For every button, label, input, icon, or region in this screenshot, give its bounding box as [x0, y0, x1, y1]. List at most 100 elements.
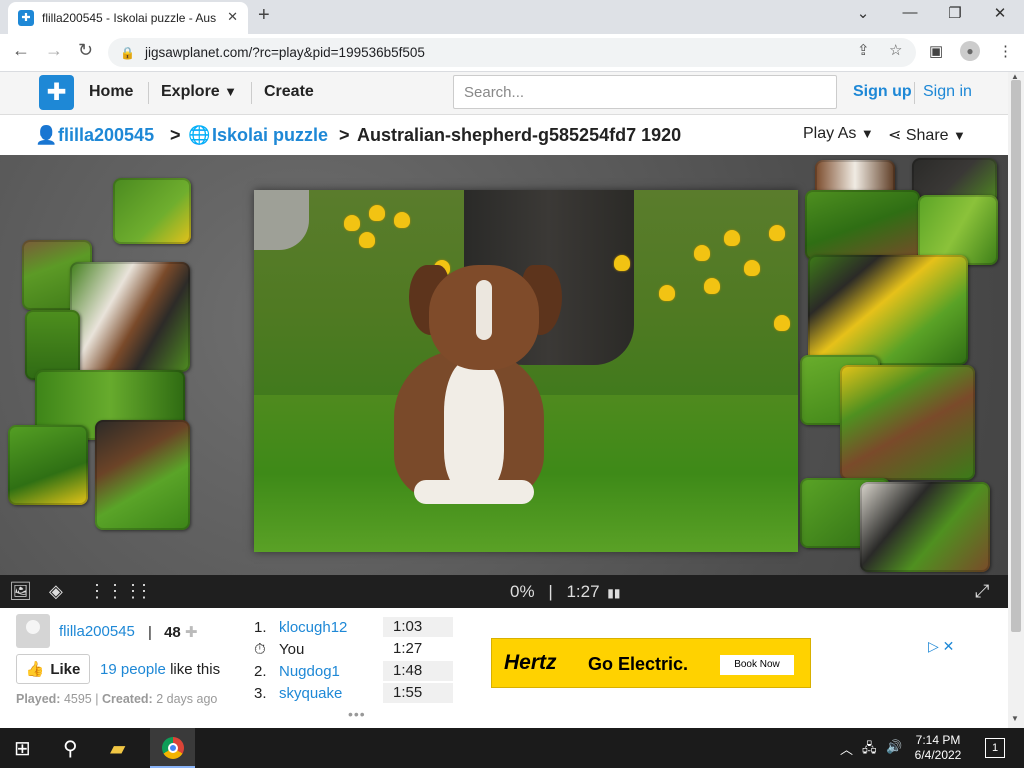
- bookmark-star-icon[interactable]: ☆: [889, 41, 902, 59]
- nav-create[interactable]: Create: [264, 83, 314, 101]
- piece-count-value: 48: [164, 624, 181, 641]
- share-page-icon[interactable]: ⇪: [857, 41, 870, 59]
- leaderboard-name[interactable]: klocugh12: [279, 619, 347, 636]
- windows-taskbar: ⊞ ⚲ ▰ ︿ 🖧 🔊 7:14 PM 6/4/2022 1: [0, 728, 1024, 768]
- forward-arrow-icon[interactable]: →: [45, 40, 63, 61]
- taskbar-clock[interactable]: 7:14 PM 6/4/2022: [908, 733, 968, 763]
- puzzle-piece[interactable]: [95, 420, 190, 530]
- likes-count-link[interactable]: 19 people: [100, 661, 166, 678]
- browser-tab-bar: ✚ flilla200545 - Iskolai puzzle - Aus ✕ …: [0, 0, 1024, 34]
- volume-icon[interactable]: 🔊: [886, 739, 902, 755]
- puzzle-piece[interactable]: [70, 262, 190, 372]
- tulip-shape: [744, 260, 760, 276]
- progress-timer: 0% | 1:27 ▮▮: [510, 582, 621, 602]
- minimize-icon[interactable]: —: [895, 4, 925, 21]
- sign-in-link[interactable]: Sign in: [923, 83, 972, 101]
- close-window-icon[interactable]: ✕: [985, 4, 1015, 22]
- sign-up-link[interactable]: Sign up: [853, 83, 912, 101]
- reload-icon[interactable]: ↻: [78, 40, 93, 61]
- likes-suffix: like this: [170, 661, 221, 678]
- tray-chevron-icon[interactable]: ︿: [840, 739, 853, 758]
- profile-avatar-icon[interactable]: ●: [960, 41, 980, 61]
- tulip-shape: [774, 315, 790, 331]
- advertisement-banner[interactable]: Hertz Go Electric. Book Now: [491, 638, 811, 688]
- clock-time: 7:14 PM: [915, 733, 961, 747]
- search-input[interactable]: [453, 75, 837, 109]
- assembled-puzzle-image[interactable]: [254, 190, 798, 552]
- progress-separator: |: [548, 582, 553, 601]
- leaderboard-row: 2. Nugdog1 1:48: [254, 661, 454, 683]
- clock-date: 6/4/2022: [914, 748, 962, 762]
- ad-choices-icon[interactable]: ▷ ✕: [928, 638, 954, 655]
- dog-blaze-shape: [476, 280, 492, 340]
- tab-search-chevron-icon[interactable]: ⌄: [848, 4, 878, 22]
- side-panel-icon[interactable]: ▣: [929, 42, 943, 60]
- stopwatch-icon: ⏱: [254, 641, 266, 658]
- search-icon[interactable]: ⚲: [63, 736, 78, 761]
- jigsawplanet-logo-icon[interactable]: ✚: [39, 75, 74, 110]
- back-arrow-icon[interactable]: ←: [12, 40, 30, 61]
- puzzle-piece[interactable]: [113, 178, 191, 244]
- leaderboard-row: 3. skyquake 1:55: [254, 683, 454, 705]
- nav-home[interactable]: Home: [89, 83, 133, 101]
- scrollbar-thumb[interactable]: [1011, 80, 1021, 632]
- more-dots-icon[interactable]: •••: [348, 706, 366, 722]
- site-header: ✚ Home Explore ▼ Create Sign up Sign in: [0, 72, 1010, 115]
- share-dropdown[interactable]: ⋖ Share ▼: [888, 125, 966, 145]
- more-options-icon[interactable]: ⋮: [135, 581, 153, 602]
- play-as-dropdown[interactable]: Play As ▼: [803, 125, 874, 143]
- scroll-down-arrow-icon[interactable]: ▼: [1011, 714, 1019, 723]
- scatter-pieces-icon[interactable]: ⋮⋮⋮: [88, 581, 142, 602]
- piece-count: | 48 ✚: [148, 623, 198, 641]
- ad-text: Go Electric.: [588, 654, 689, 674]
- puzzle-meta: Played: 4595 | Created: 2 days ago: [16, 692, 217, 706]
- tulip-shape: [694, 245, 710, 261]
- leaderboard-rank: 2.: [254, 663, 267, 680]
- tulip-shape: [359, 232, 375, 248]
- browser-tab[interactable]: ✚ flilla200545 - Iskolai puzzle - Aus ✕: [8, 2, 248, 34]
- auth-divider: [914, 82, 915, 104]
- globe-icon: 🌐: [188, 125, 211, 145]
- avatar[interactable]: [16, 614, 50, 648]
- puzzle-piece[interactable]: [860, 482, 990, 572]
- caret-down-icon: ▼: [860, 126, 874, 141]
- page-scrollbar[interactable]: ▲ ▼: [1008, 72, 1024, 728]
- puzzle-piece[interactable]: [840, 365, 975, 480]
- windows-start-icon[interactable]: ⊞: [14, 736, 31, 761]
- close-tab-icon[interactable]: ✕: [227, 9, 238, 25]
- pause-icon[interactable]: ▮▮: [607, 586, 620, 600]
- kebab-menu-icon[interactable]: ⋮: [998, 42, 1013, 60]
- breadcrumb-user-link[interactable]: flilla200545: [58, 125, 154, 146]
- leaderboard-name[interactable]: skyquake: [279, 685, 342, 702]
- breadcrumb-collection-link[interactable]: Iskolai puzzle: [212, 125, 328, 146]
- ghost-image-icon[interactable]: ◈: [49, 581, 63, 602]
- leaderboard-name[interactable]: Nugdog1: [279, 663, 340, 680]
- restore-icon[interactable]: ❐: [940, 4, 970, 22]
- notification-center-icon[interactable]: 1: [985, 738, 1005, 758]
- puzzle-piece[interactable]: [805, 190, 920, 260]
- puzzle-title: Australian-shepherd-g585254fd7 1920: [357, 125, 682, 145]
- likes-text: 19 people like this: [100, 661, 220, 678]
- like-button[interactable]: 👍 Like: [16, 654, 90, 684]
- puzzle-piece[interactable]: [8, 425, 88, 505]
- breadcrumb: 👤 flilla200545 > 🌐 Iskolai puzzle > Aust…: [0, 115, 1010, 155]
- image-preview-icon[interactable]: 🖼: [9, 581, 32, 602]
- fullscreen-icon[interactable]: ⤢: [975, 581, 989, 602]
- chrome-taskbar-button[interactable]: [150, 728, 195, 768]
- share-label: Share: [905, 127, 949, 144]
- file-explorer-icon[interactable]: ▰: [110, 736, 125, 761]
- url-text: jigsawplanet.com/?rc=play&pid=199536b5f5…: [144, 45, 425, 60]
- new-tab-icon[interactable]: +: [258, 4, 270, 27]
- puzzle-piece[interactable]: [808, 255, 968, 365]
- jigsaw-favicon-icon: ✚: [18, 10, 34, 26]
- ad-book-now-button[interactable]: Book Now: [720, 655, 794, 675]
- leaderboard-rank: 3.: [254, 685, 267, 702]
- user-icon: 👤: [35, 125, 58, 145]
- nav-explore[interactable]: Explore ▼: [161, 83, 237, 101]
- network-icon[interactable]: 🖧: [862, 739, 877, 761]
- url-field[interactable]: 🔒 jigsawplanet.com/?rc=play&pid=199536b5…: [108, 38, 916, 67]
- rock-shape: [254, 190, 309, 250]
- share-icon: ⋖: [888, 127, 902, 144]
- author-link[interactable]: flilla200545: [59, 623, 135, 640]
- created-label: Created:: [101, 692, 153, 706]
